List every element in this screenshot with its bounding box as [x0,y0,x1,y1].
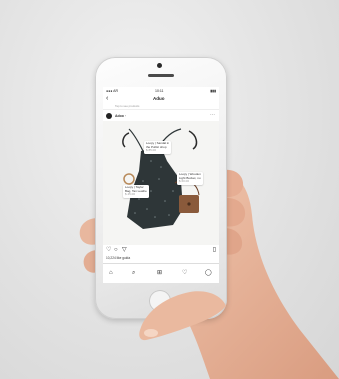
photo-scene: ●●● AR 10:11 ▮▮▮ ‹ Aduo Tap to see produ… [0,0,339,379]
thumb [139,291,226,341]
